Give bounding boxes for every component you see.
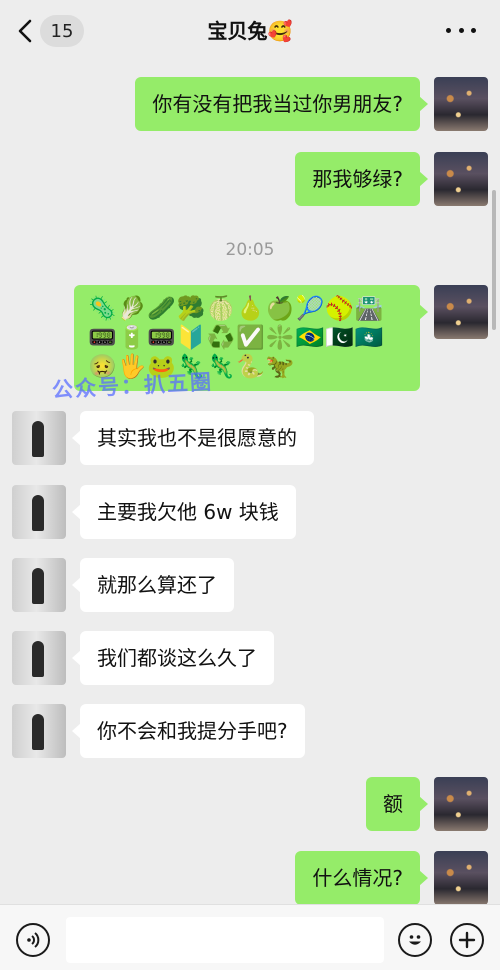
- chat-bubble-received[interactable]: 其实我也不是很愿意的: [72, 411, 314, 465]
- message-timestamp: 20:05: [225, 240, 275, 260]
- emoji-sequence: 🦠🥬🥒🥦🍈🍐🍏🎾🥎🛣️📟🔋📟🔰♻️✅❇️🇧🇷🇵🇰🇲🇴🤢🖐️🐸🦎🦎🐍🦖: [88, 296, 385, 380]
- my-avatar[interactable]: [434, 152, 488, 206]
- scrollbar[interactable]: [492, 190, 496, 330]
- emoji-picker-icon[interactable]: [398, 923, 432, 957]
- chat-bubble-received[interactable]: 我们都谈这么久了: [72, 631, 274, 685]
- chat-bubble-sent[interactable]: 那我够绿?: [295, 152, 428, 206]
- chat-bubble-received[interactable]: 你不会和我提分手吧?: [72, 704, 305, 758]
- chat-bubble-received[interactable]: 主要我欠他 6w 块钱: [72, 485, 296, 539]
- chat-bubble-sent[interactable]: 额: [366, 777, 428, 831]
- contact-avatar[interactable]: [12, 704, 66, 758]
- my-avatar[interactable]: [434, 851, 488, 905]
- plus-icon[interactable]: [450, 923, 484, 957]
- more-options-icon[interactable]: [446, 20, 476, 40]
- my-avatar[interactable]: [434, 285, 488, 339]
- chat-bubble-received[interactable]: 就那么算还了: [72, 558, 234, 612]
- contact-avatar[interactable]: [12, 631, 66, 685]
- contact-avatar[interactable]: [12, 558, 66, 612]
- voice-input-icon[interactable]: [16, 923, 50, 957]
- contact-avatar[interactable]: [12, 485, 66, 539]
- chat-bubble-sent[interactable]: 你有没有把我当过你男朋友?: [135, 77, 428, 131]
- input-bar: [0, 904, 500, 970]
- my-avatar[interactable]: [434, 77, 488, 131]
- contact-avatar[interactable]: [12, 411, 66, 465]
- chat-title: 宝贝兔🥰: [207, 19, 293, 43]
- chat-bubble-sent[interactable]: 什么情况?: [295, 851, 428, 905]
- top-bar: 15 宝贝兔🥰: [0, 0, 500, 62]
- message-input[interactable]: [66, 917, 384, 963]
- my-avatar[interactable]: [434, 777, 488, 831]
